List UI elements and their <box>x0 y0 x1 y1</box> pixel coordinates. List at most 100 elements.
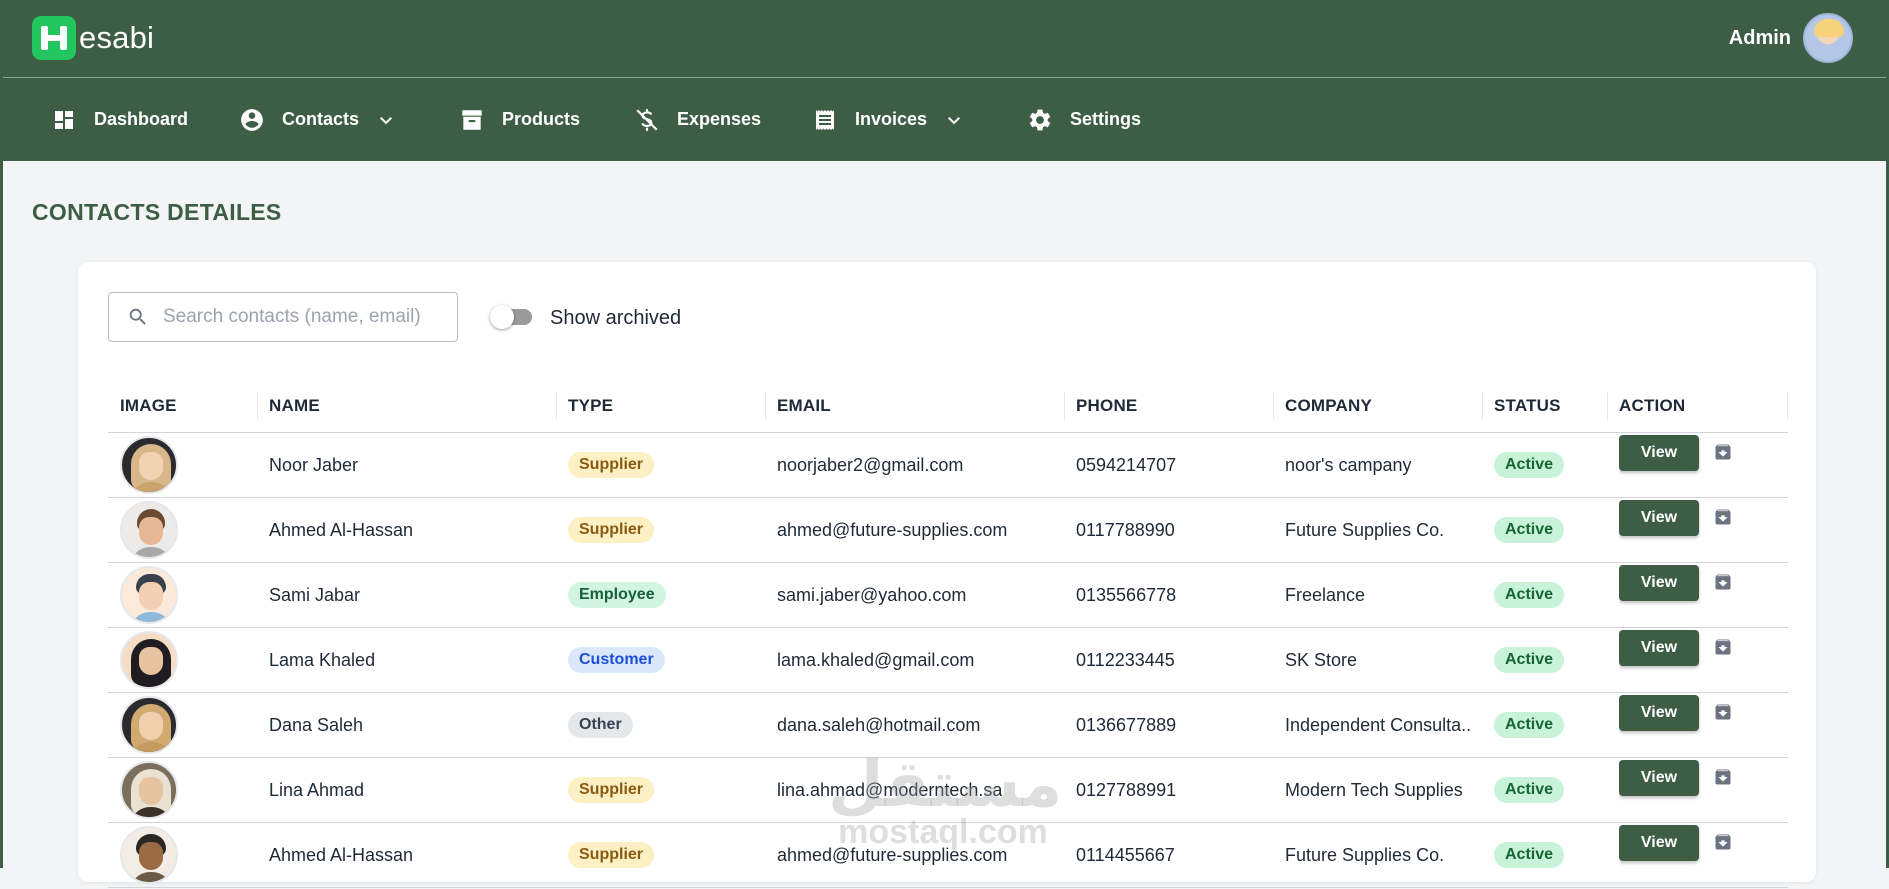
nav-label: Contacts <box>282 109 360 129</box>
show-archived-toggle[interactable] <box>490 305 532 329</box>
view-button[interactable]: View <box>1619 825 1699 861</box>
view-button[interactable]: View <box>1619 500 1699 536</box>
column-header-name[interactable]: NAME <box>269 380 320 432</box>
archive-icon[interactable] <box>1713 572 1735 594</box>
page-title: CONTACTS DETAILES <box>32 199 282 225</box>
table-row: Dana Saleh Other dana.saleh@hotmail.com … <box>108 693 1788 758</box>
toggle-thumb[interactable] <box>490 305 514 329</box>
status-badge: Active <box>1494 777 1565 803</box>
status-cell: Active <box>1494 498 1565 562</box>
view-button[interactable]: View <box>1619 565 1699 601</box>
contact-email: noorjaber2@gmail.com <box>777 454 964 475</box>
archive-box-icon <box>458 106 486 134</box>
status-badge: Active <box>1494 647 1565 673</box>
nav-item-products[interactable]: Products <box>458 78 580 161</box>
nav-item-expenses[interactable]: Expenses <box>633 78 761 161</box>
chevron-down-icon[interactable] <box>377 111 395 129</box>
contact-name: Noor Jaber <box>269 454 359 475</box>
contact-phone: 0135566778 <box>1076 584 1177 605</box>
type-badge: Other <box>568 712 633 738</box>
nav-item-dashboard[interactable]: Dashboard <box>50 78 188 161</box>
chevron-down-icon[interactable] <box>945 111 963 129</box>
type-cell: Supplier <box>568 758 655 822</box>
nav-label: Invoices <box>855 109 928 129</box>
type-badge: Employee <box>568 582 666 608</box>
avatar <box>120 761 178 819</box>
contact-email: dana.saleh@hotmail.com <box>777 714 981 735</box>
column-header-action: ACTION <box>1619 396 1686 415</box>
nav-item-contacts[interactable]: Contacts <box>238 78 395 161</box>
column-header-status[interactable]: STATUS <box>1494 380 1561 432</box>
column-header-company[interactable]: COMPANY <box>1285 380 1372 432</box>
action-cell: View <box>1619 433 1735 499</box>
archive-icon[interactable] <box>1713 637 1735 659</box>
contact-email: ahmed@future-supplies.com <box>777 844 1008 865</box>
column-divider <box>1482 392 1483 420</box>
nav-item-invoices[interactable]: Invoices <box>811 78 963 161</box>
contact-name: Ahmed Al-Hassan <box>269 519 414 540</box>
column-header-phone[interactable]: PHONE <box>1076 380 1137 432</box>
archive-icon[interactable] <box>1713 767 1735 789</box>
archive-icon[interactable] <box>1713 702 1735 724</box>
contact-company: SK Store <box>1285 649 1358 670</box>
contact-phone: 0136677889 <box>1076 714 1177 735</box>
dashboard-icon <box>50 106 78 134</box>
logo-mark-icon <box>32 16 76 60</box>
search-field[interactable] <box>108 292 458 342</box>
avatar <box>120 566 178 624</box>
archive-icon[interactable] <box>1713 442 1735 464</box>
main-nav: Dashboard Contacts Products Expenses Inv… <box>0 78 1889 161</box>
contact-email: sami.jaber@yahoo.com <box>777 584 967 605</box>
view-button[interactable]: View <box>1619 760 1699 796</box>
column-header-image: IMAGE <box>120 396 177 415</box>
table-row: Ahmed Al-Hassan Supplier ahmed@future-su… <box>108 498 1788 563</box>
status-cell: Active <box>1494 563 1565 627</box>
contacts-card: Show archived IMAGE NAME TYPE EMAIL PHON… <box>78 262 1816 888</box>
table-row: Lama Khaled Customer lama.khaled@gmail.c… <box>108 628 1788 693</box>
column-divider <box>765 392 766 420</box>
archive-icon[interactable] <box>1713 832 1735 854</box>
action-cell: View <box>1619 628 1735 694</box>
avatar <box>120 631 178 689</box>
logo-text: esabi <box>79 20 155 55</box>
search-input[interactable] <box>161 305 445 329</box>
contact-avatar <box>120 823 178 887</box>
search-icon <box>127 306 149 328</box>
view-button[interactable]: View <box>1619 630 1699 666</box>
contact-email: lama.khaled@gmail.com <box>777 649 975 670</box>
money-off-icon <box>633 106 661 134</box>
table-row: Sami Jabar Employee sami.jaber@yahoo.com… <box>108 563 1788 628</box>
type-badge: Customer <box>568 647 665 673</box>
type-cell: Supplier <box>568 433 655 497</box>
type-cell: Other <box>568 693 633 757</box>
contact-avatar <box>120 563 178 627</box>
type-cell: Supplier <box>568 823 655 887</box>
view-button[interactable]: View <box>1619 695 1699 731</box>
column-header-email[interactable]: EMAIL <box>777 380 831 432</box>
contact-avatar <box>120 628 178 692</box>
contact-phone: 0114455667 <box>1076 844 1175 865</box>
table-row: Noor Jaber Supplier noorjaber2@gmail.com… <box>108 433 1788 498</box>
view-button[interactable]: View <box>1619 435 1699 471</box>
user-menu[interactable]: Admin <box>1729 13 1853 63</box>
nav-label: Products <box>502 109 581 129</box>
column-divider <box>1273 392 1274 420</box>
contact-avatar <box>120 758 178 822</box>
window-frame-left <box>0 0 3 868</box>
status-cell: Active <box>1494 628 1565 692</box>
column-header-type[interactable]: TYPE <box>568 380 613 432</box>
status-badge: Active <box>1494 842 1565 868</box>
action-cell: View <box>1619 693 1735 759</box>
status-cell: Active <box>1494 758 1565 822</box>
contact-avatar <box>120 498 178 562</box>
status-badge: Active <box>1494 452 1565 478</box>
contact-email: ahmed@future-supplies.com <box>777 519 1008 540</box>
user-avatar[interactable] <box>1803 13 1853 63</box>
action-cell: View <box>1619 823 1735 889</box>
archive-icon[interactable] <box>1713 507 1735 529</box>
status-cell: Active <box>1494 823 1565 887</box>
action-cell: View <box>1619 758 1735 824</box>
app-logo[interactable]: esabi <box>32 16 154 60</box>
nav-item-settings[interactable]: Settings <box>1026 78 1141 161</box>
contact-name: Lama Khaled <box>269 649 376 670</box>
